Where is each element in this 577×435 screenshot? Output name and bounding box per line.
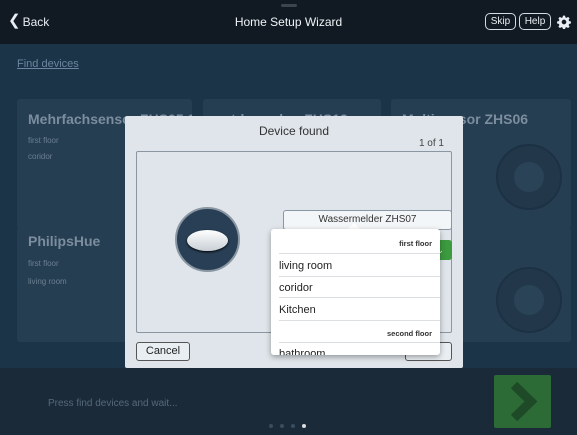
device-image <box>175 207 240 272</box>
device-card-title: PhilipsHue <box>28 233 101 249</box>
camera-notch <box>281 4 297 7</box>
instruction-text: Press find devices and wait... <box>48 398 178 409</box>
device-card-room: living room <box>28 277 67 286</box>
page-dot <box>291 424 295 428</box>
divider <box>279 253 440 254</box>
chevron-right-icon <box>510 381 538 422</box>
device-counter: 1 of 1 <box>418 138 444 149</box>
bottom-bar: Press find devices and wait... <box>0 368 577 435</box>
help-button[interactable]: Help <box>519 13 551 30</box>
dropdown-option[interactable]: coridor <box>279 282 440 294</box>
room-dropdown: first floor living room coridor Kitchen … <box>271 229 440 355</box>
page-indicator <box>269 424 306 428</box>
dropdown-group-header: second floor <box>386 329 432 338</box>
dropdown-option[interactable]: bathroom <box>279 348 440 355</box>
top-navbar: ❮ Back Home Setup Wizard Skip Help <box>0 0 577 44</box>
page-dot <box>280 424 284 428</box>
device-thumbnail <box>496 144 562 210</box>
water-sensor-icon <box>187 230 228 251</box>
device-card-floor: first floor <box>28 136 59 145</box>
page-dot <box>269 424 273 428</box>
dropdown-option[interactable]: living room <box>279 260 440 272</box>
dropdown-option[interactable]: Kitchen <box>279 304 440 316</box>
cancel-button[interactable]: Cancel <box>136 342 190 361</box>
next-button[interactable] <box>494 375 551 428</box>
dialog-title: Device found <box>258 124 330 138</box>
divider <box>279 297 440 298</box>
device-card-room: coridor <box>28 152 53 161</box>
skip-button[interactable]: Skip <box>485 13 516 30</box>
gear-icon[interactable] <box>557 15 571 29</box>
find-devices-link[interactable]: Find devices <box>17 58 79 70</box>
divider <box>279 276 440 277</box>
divider <box>279 320 440 321</box>
device-thumbnail <box>496 267 562 333</box>
divider <box>279 342 440 343</box>
device-card-floor: first floor <box>28 259 59 268</box>
page-dot-active <box>302 424 306 428</box>
device-name-field[interactable]: Wassermelder ZHS07 <box>283 210 452 230</box>
dropdown-group-header: first floor <box>399 239 432 248</box>
